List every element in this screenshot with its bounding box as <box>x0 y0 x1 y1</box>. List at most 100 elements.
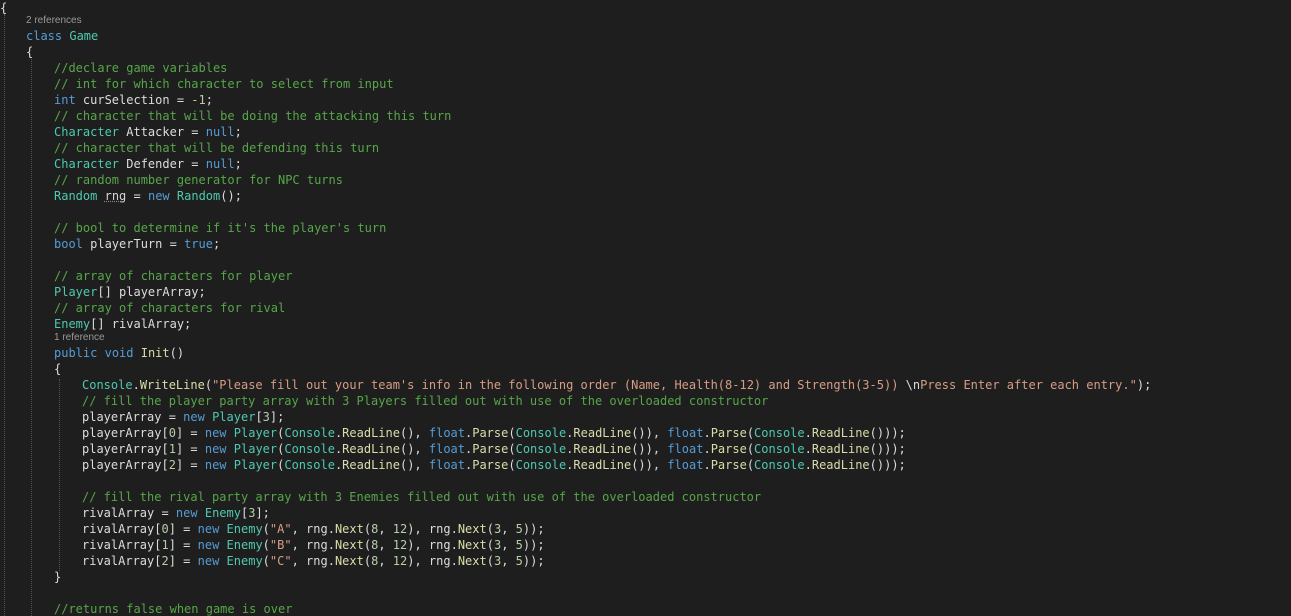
code-line-decl-curselection[interactable]: int curSelection = -1; <box>54 92 213 108</box>
code-line-comment-fill-player[interactable]: // fill the player party array with 3 Pl… <box>82 393 768 409</box>
code-line-comment-bool[interactable]: // bool to determine if it's the player'… <box>54 220 386 236</box>
code-token: ( <box>363 522 372 536</box>
code-line-comment-rival-array[interactable]: // array of characters for rival <box>54 300 285 316</box>
code-token: // array of characters for player <box>54 269 293 283</box>
code-line-comment-declare[interactable]: //declare game variables <box>54 60 227 76</box>
code-token: rivalArray[ <box>82 554 162 568</box>
code-line-writeline[interactable]: Console.WriteLine("Please fill out your … <box>82 377 1151 393</box>
code-token: 12 <box>392 538 408 552</box>
code-line-player-1[interactable]: playerArray[1] = new Player(Console.Read… <box>82 441 906 457</box>
code-token: Console <box>284 458 335 472</box>
code-token: Console <box>284 442 335 456</box>
code-token: new <box>197 554 220 568</box>
code-token: ] = <box>168 554 198 568</box>
code-line-decl-playerturn[interactable]: bool playerTurn = true; <box>54 236 220 252</box>
code-token: 5 <box>515 522 523 536</box>
code-token: Parse <box>472 442 509 456</box>
code-token: , <box>501 522 516 536</box>
code-token: float <box>667 442 704 456</box>
code-token: Parse <box>710 458 747 472</box>
code-token: 2 references <box>26 15 82 26</box>
code-line-player-2[interactable]: playerArray[2] = new Player(Console.Read… <box>82 457 906 473</box>
code-line-close-brace-init[interactable]: } <box>54 569 61 585</box>
code-token: , <box>378 554 393 568</box>
code-line-open-brace-class[interactable]: { <box>26 44 33 60</box>
code-line-open-brace-init[interactable]: { <box>54 361 61 377</box>
code-token: ( <box>508 442 516 456</box>
code-line-decl-defender[interactable]: Character Defender = null; <box>54 156 242 172</box>
code-line-comment-attacker[interactable]: // character that will be doing the atta… <box>54 108 451 124</box>
code-token: new <box>175 506 198 520</box>
code-line-open-brace-outer[interactable]: { <box>0 0 7 16</box>
code-line-player-0[interactable]: playerArray[0] = new Player(Console.Read… <box>82 425 906 441</box>
code-token: ()), <box>631 426 668 440</box>
code-token: Next <box>334 522 364 536</box>
code-token: Attacker = <box>119 125 206 139</box>
code-token: new <box>197 538 220 552</box>
code-line-rival-0[interactable]: rivalArray[0] = new Enemy("A", rng.Next(… <box>82 521 545 537</box>
code-line-init-decl[interactable]: public void Init() <box>54 345 184 361</box>
code-token: Enemy <box>54 317 91 331</box>
code-line-decl-playerarray[interactable]: Player[] playerArray; <box>54 284 206 300</box>
code-line-comment-defender[interactable]: // character that will be defending this… <box>54 140 379 156</box>
code-line-comment-int[interactable]: // int for which character to select fro… <box>54 76 394 92</box>
code-token: new <box>204 442 227 456</box>
code-line-decl-rivalarray[interactable]: Enemy[] rivalArray; <box>54 316 191 332</box>
code-token: Console <box>754 426 805 440</box>
code-token: Player <box>233 442 278 456</box>
code-token: ); <box>1136 378 1152 392</box>
code-token: Next <box>334 554 364 568</box>
code-token: ReadLine <box>573 458 632 472</box>
code-token: playerArray[ <box>82 426 169 440</box>
codelens-lens-init[interactable]: 1 reference <box>54 332 105 344</box>
code-line-decl-attacker[interactable]: Character Attacker = null; <box>54 124 242 140</box>
code-token: int <box>54 93 76 107</box>
code-line-assign-rivalarray[interactable]: rivalArray = new Enemy[3]; <box>82 505 270 521</box>
code-token: ReadLine <box>342 442 400 456</box>
code-token: new <box>204 426 227 440</box>
code-token: Next <box>457 522 487 536</box>
code-line-comment-fill-rival[interactable]: // fill the rival party array with 3 Ene… <box>82 489 761 505</box>
code-token: ; <box>234 125 242 139</box>
code-line-assign-playerarray[interactable]: playerArray = new Player[3]; <box>82 409 284 425</box>
code-token: Console <box>515 426 567 440</box>
code-token: Character <box>54 125 120 139</box>
code-token: 3 <box>262 410 270 424</box>
code-token: Game <box>69 29 99 43</box>
code-token: ReadLine <box>811 442 870 456</box>
code-token: 1 reference <box>54 332 105 343</box>
code-line-decl-rng[interactable]: Random rng = new Random(); <box>54 188 242 204</box>
code-token: Console <box>754 442 805 456</box>
code-token: rivalArray = <box>82 506 176 520</box>
code-token: ())); <box>869 458 906 472</box>
codelens-lens-class[interactable]: 2 references <box>26 15 82 27</box>
code-token: bool <box>54 237 83 251</box>
code-line-comment-player-array[interactable]: // array of characters for player <box>54 268 292 284</box>
code-token: ] = <box>175 458 205 472</box>
code-line-class-decl[interactable]: class Game <box>26 28 98 44</box>
code-token: playerArray[ <box>82 458 169 472</box>
code-token: //returns false when game is over <box>54 602 293 616</box>
code-token: // fill the player party array with 3 Pl… <box>82 394 769 408</box>
code-token: , <box>378 522 393 536</box>
code-token: [ <box>255 410 263 424</box>
code-token: ()), <box>631 458 668 472</box>
code-token: . <box>132 378 140 392</box>
code-token: , <box>501 554 516 568</box>
code-token: playerArray[ <box>82 442 169 456</box>
code-line-rival-2[interactable]: rivalArray[2] = new Enemy("C", rng.Next(… <box>82 553 545 569</box>
code-line-comment-returns[interactable]: //returns false when game is over <box>54 601 292 616</box>
code-token: )); <box>522 522 545 536</box>
code-token: ReadLine <box>573 426 632 440</box>
code-token: ( <box>746 426 755 440</box>
code-line-comment-rng[interactable]: // random number generator for NPC turns <box>54 172 343 188</box>
code-token: ( <box>262 538 270 552</box>
indent-guide-outer <box>4 14 5 616</box>
code-token: null <box>205 157 235 171</box>
indent-guide-class <box>31 59 32 616</box>
code-editor[interactable]: {2 references class Game{//declare game v… <box>0 0 1291 616</box>
code-line-rival-1[interactable]: rivalArray[1] = new Enemy("B", rng.Next(… <box>82 537 545 553</box>
